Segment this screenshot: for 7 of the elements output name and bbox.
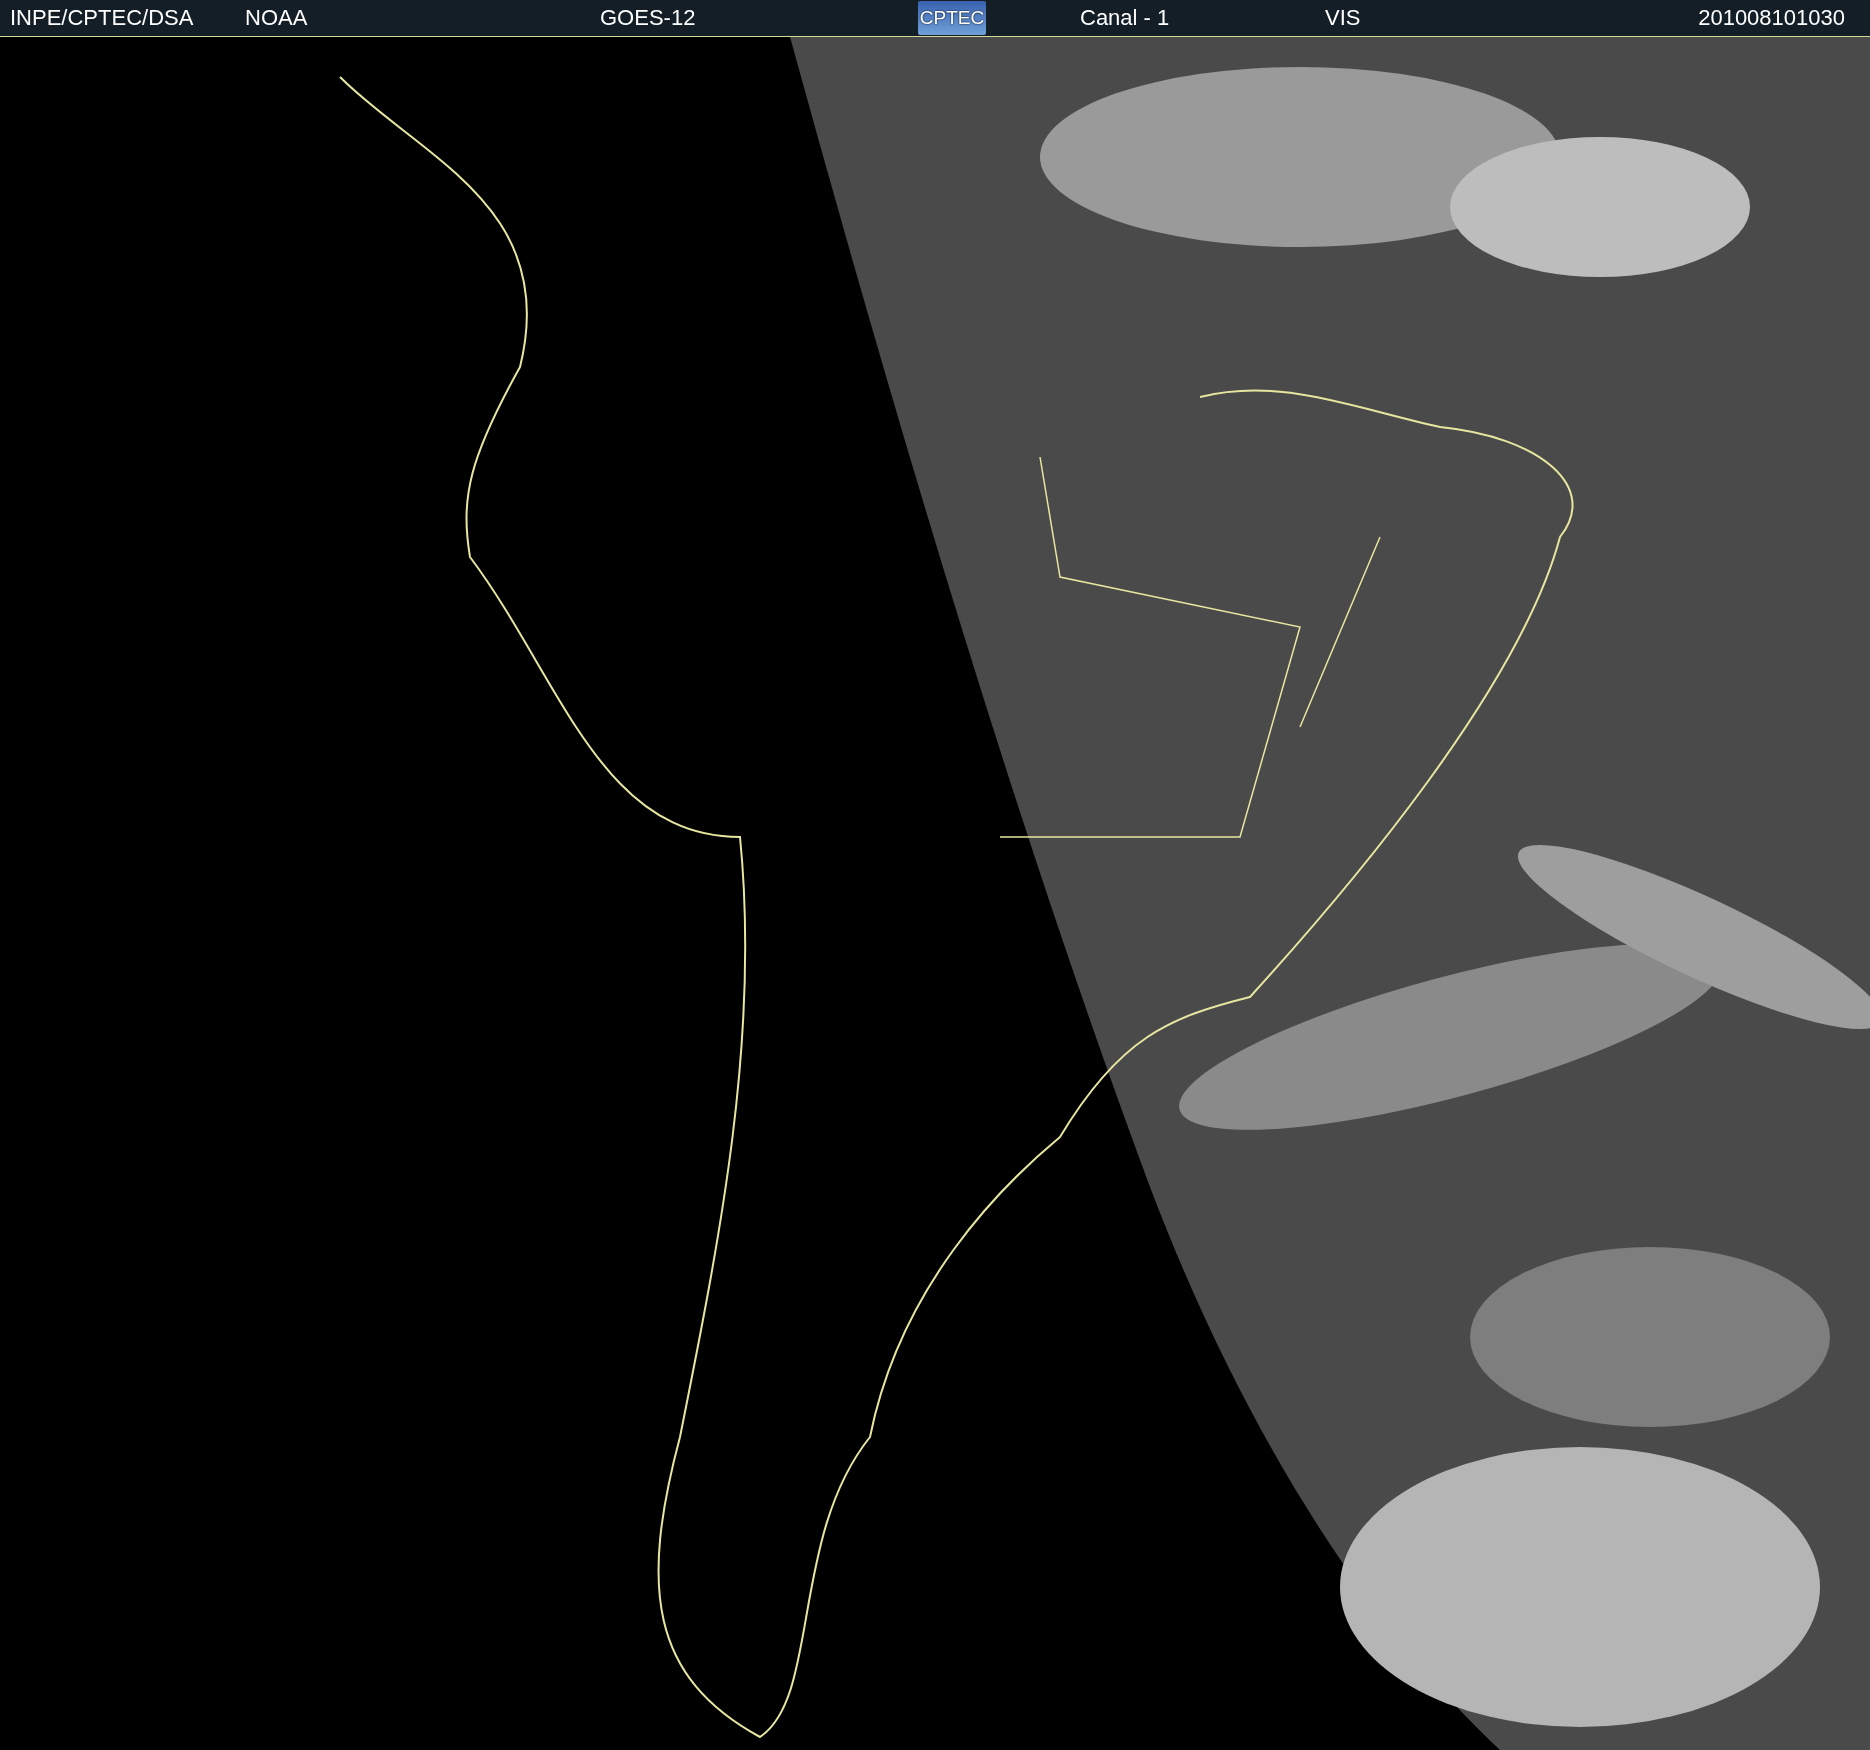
- satellite-label: GOES-12: [600, 5, 697, 31]
- timestamp-label: 201008101030: [1698, 5, 1845, 31]
- band-label: VIS: [1325, 5, 1362, 31]
- channel-label: Canal - 1: [1080, 5, 1171, 31]
- logo: CPTEC: [918, 1, 986, 35]
- agency-label: NOAA: [245, 5, 309, 31]
- source-label: INPE/CPTEC/DSA: [10, 5, 195, 31]
